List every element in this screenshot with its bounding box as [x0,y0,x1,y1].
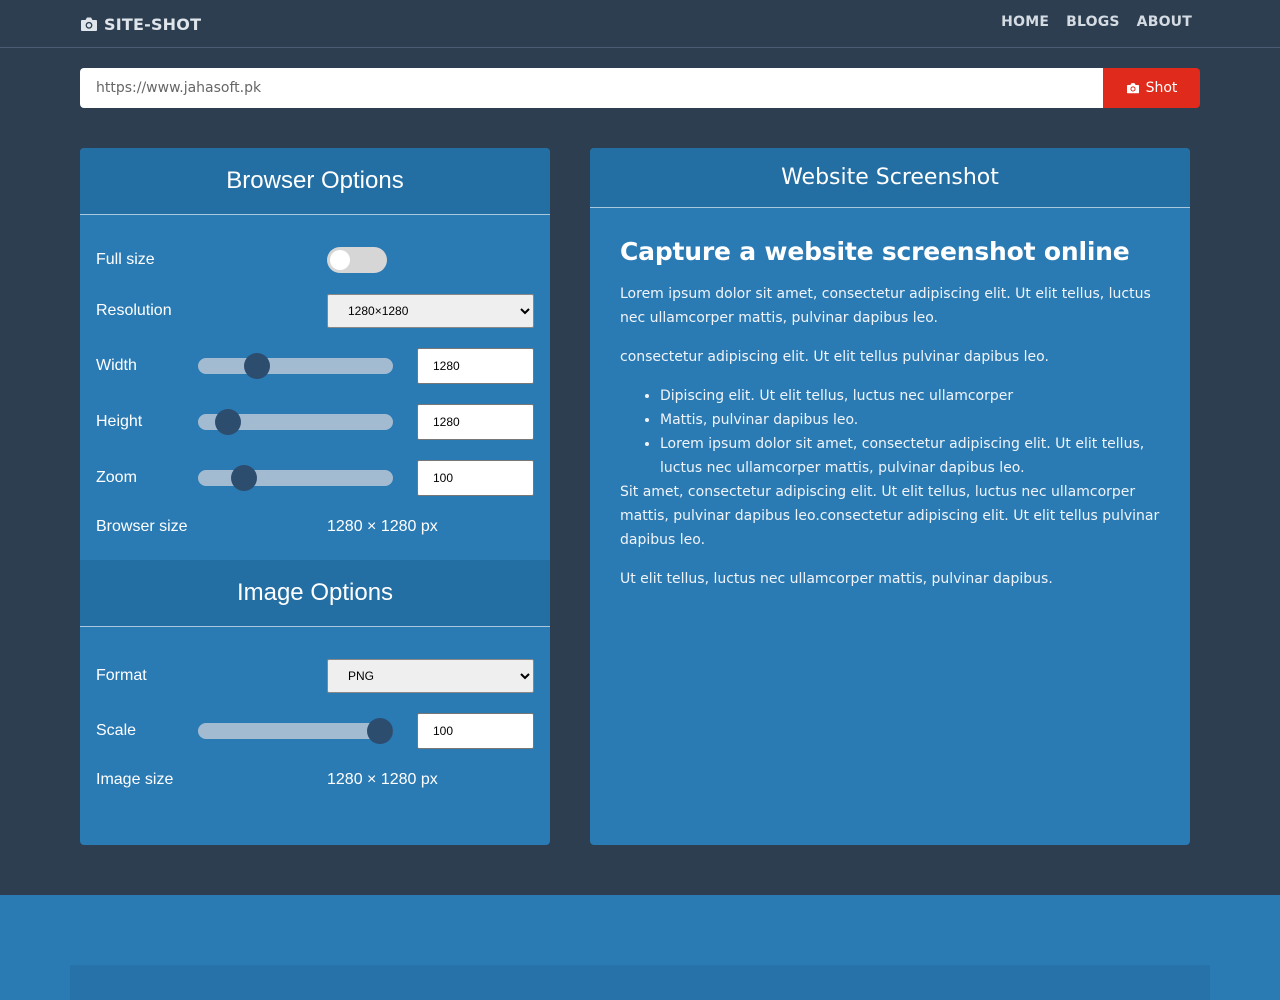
website-screenshot-panel: Website Screenshot Capture a website scr… [590,148,1190,845]
url-input[interactable] [80,68,1103,108]
shot-button[interactable]: Shot [1103,68,1200,108]
width-slider-thumb[interactable] [244,353,270,379]
list-item: Dipiscing elit. Ut elit tellus, luctus n… [660,384,1165,408]
format-select[interactable]: PNG [327,659,534,693]
camera-icon [81,17,97,31]
nav-link-about[interactable]: ABOUT [1137,14,1192,30]
width-input[interactable] [417,348,534,384]
shot-button-label: Shot [1145,80,1178,96]
zoom-input[interactable] [417,460,534,496]
nav-links: HOME BLOGS ABOUT [1001,14,1192,30]
image-options-title: Image Options [236,579,394,606]
resolution-select[interactable]: 1280×1280 [327,294,534,328]
height-slider[interactable] [198,409,393,435]
zoom-slider[interactable] [198,465,393,491]
full-size-label: Full size [96,251,155,268]
footer [0,895,1280,1000]
browser-size-value: 1280 × 1280 px [327,518,438,535]
toggle-knob [330,250,350,270]
scale-slider[interactable] [198,718,393,744]
list-item: Mattis, pulvinar dapibus leo. [660,408,1165,432]
brand-name: SITE-SHOT [104,14,202,34]
zoom-label: Zoom [96,469,137,486]
width-label: Width [96,357,137,374]
image-size-row: Image size 1280 × 1280 px [96,769,534,791]
preview-paragraph: Lorem ipsum dolor sit amet, consectetur … [620,286,1151,326]
zoom-slider-thumb[interactable] [231,465,257,491]
height-label: Height [96,413,143,430]
full-size-toggle[interactable] [327,247,387,273]
preview-content: Capture a website screenshot online Lore… [620,236,1165,606]
full-size-row: Full size [96,247,534,273]
height-input[interactable] [417,404,534,440]
nav-link-blogs[interactable]: BLOGS [1066,14,1120,30]
browser-options-header: Browser Options [80,148,550,215]
preview-heading: Capture a website screenshot online [620,237,1130,266]
camera-icon [1126,83,1139,94]
resolution-row: Resolution 1280×1280 [96,294,534,328]
list-item: Lorem ipsum dolor sit amet, consectetur … [660,432,1165,480]
top-navbar: SITE-SHOT HOME BLOGS ABOUT [0,0,1280,48]
url-bar: Shot [80,68,1200,108]
scale-row: Scale [96,713,534,749]
options-panel: Browser Options Full size Resolution 128… [80,148,550,845]
scale-slider-thumb[interactable] [367,718,393,744]
browser-options-title: Browser Options [226,167,404,194]
brand-logo[interactable]: SITE-SHOT [80,13,201,35]
preview-paragraph: Ut elit tellus, luctus nec ullamcorper m… [620,571,1053,587]
image-size-label: Image size [96,771,174,788]
website-screenshot-header: Website Screenshot [590,148,1190,208]
height-row: Height [96,404,534,440]
scale-input[interactable] [417,713,534,749]
browser-size-row: Browser size 1280 × 1280 px [96,516,534,538]
preview-list: Dipiscing elit. Ut elit tellus, luctus n… [660,384,1165,480]
zoom-row: Zoom [96,460,534,496]
height-slider-thumb[interactable] [215,409,241,435]
footer-container [70,965,1210,1000]
nav-link-home[interactable]: HOME [1001,14,1049,30]
format-label: Format [96,667,147,684]
width-slider[interactable] [198,353,393,379]
image-options-header: Image Options [80,560,550,627]
browser-size-label: Browser size [96,518,188,535]
website-screenshot-title: Website Screenshot [781,165,999,190]
format-row: Format PNG [96,659,534,693]
preview-paragraph: consectetur adipiscing elit. Ut elit tel… [620,349,1049,365]
width-row: Width [96,348,534,384]
preview-paragraph: Sit amet, consectetur adipiscing elit. U… [620,484,1160,548]
scale-label: Scale [96,722,137,739]
resolution-label: Resolution [96,302,172,319]
image-size-value: 1280 × 1280 px [327,771,438,788]
